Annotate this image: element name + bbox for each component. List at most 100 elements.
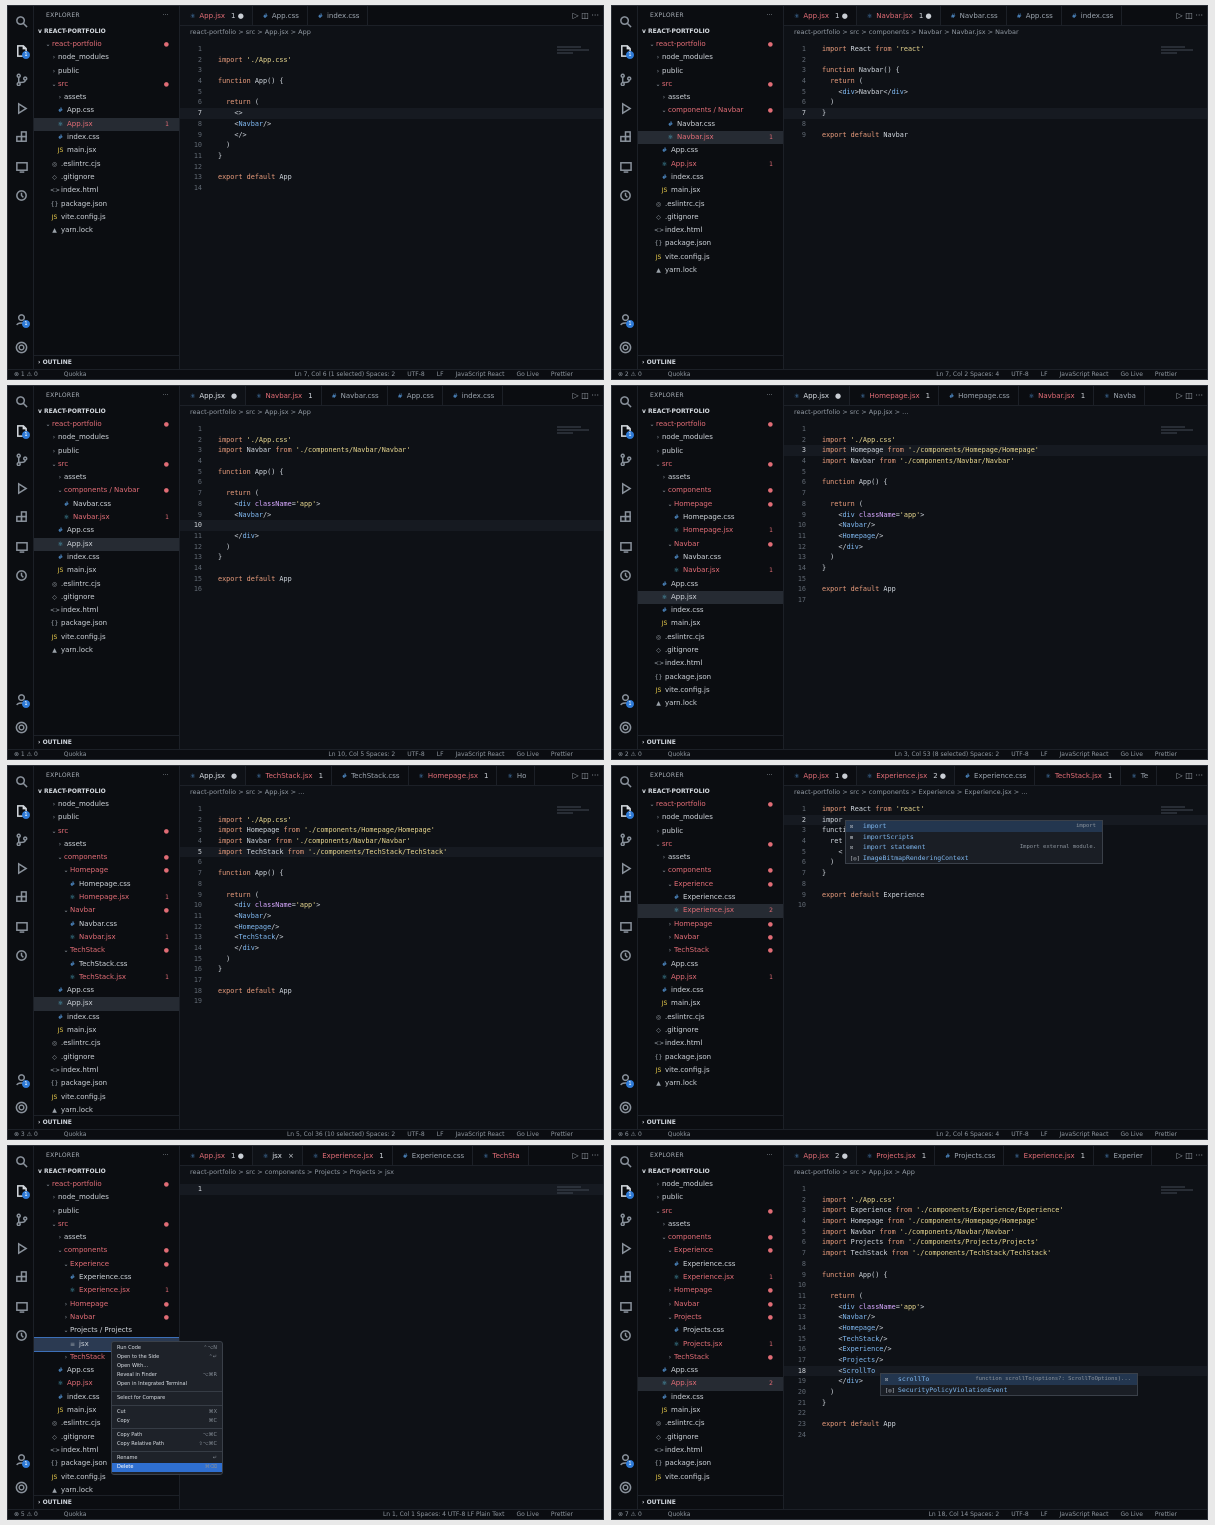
folder-item[interactable]: ⌄components ● xyxy=(34,1244,179,1257)
suggestion-item[interactable]: ⊡ import statement Import external module… xyxy=(846,842,1102,853)
run-debug-icon[interactable] xyxy=(617,860,633,876)
quokka-status[interactable]: Quokka xyxy=(668,1131,691,1138)
suggestion-item[interactable]: ⊡ scrollTo function scrollTo(options?: Sc… xyxy=(881,1374,1137,1385)
tab-status[interactable]: 1 ● xyxy=(231,12,244,20)
workspace-folder[interactable]: v REACT-PORTFOLIO xyxy=(34,26,179,38)
file-item[interactable]: # TechStack.css xyxy=(34,958,179,971)
breadcrumb[interactable]: react-portfolio > src > components > Nav… xyxy=(784,26,1207,38)
search-icon[interactable] xyxy=(13,13,29,29)
file-item[interactable]: {} package.json xyxy=(638,1051,783,1064)
editor-tab[interactable]: ⚛ Ho xyxy=(497,766,536,785)
file-item[interactable]: ⚛ App.jsx 2 xyxy=(638,1377,783,1391)
breadcrumb[interactable]: react-portfolio > src > App.jsx > App xyxy=(784,1166,1207,1178)
split-editor-icon[interactable]: ◫ xyxy=(1185,391,1193,400)
file-item[interactable]: ◎ .eslintrc.cjs xyxy=(34,158,179,171)
quokka-status[interactable]: Quokka xyxy=(64,751,87,758)
editor-tab[interactable]: ⚛ App.jsx 1 ● xyxy=(180,6,253,25)
prettier-status[interactable]: Prettier xyxy=(551,751,573,758)
problems-indicator[interactable]: ⊗ 1 ⚠ 0 xyxy=(14,371,38,378)
files-icon[interactable]: 1 xyxy=(617,1182,634,1199)
folder-item[interactable]: › node_modules xyxy=(638,431,783,444)
problems-indicator[interactable]: ⊗ 2 ⚠ 0 xyxy=(618,371,642,378)
file-item[interactable]: # Homepage.css xyxy=(34,878,179,891)
suggestion-item[interactable]: ⊡ import import xyxy=(846,821,1102,832)
file-item[interactable]: <>index.html xyxy=(638,657,783,670)
search-icon[interactable] xyxy=(617,393,633,409)
editor-tab[interactable]: # index.css xyxy=(1062,6,1123,25)
file-item[interactable]: JS main.jsx xyxy=(34,1024,179,1037)
editor-tab[interactable]: ⚛ TechStack.jsx 1 xyxy=(1035,766,1122,785)
folder-item[interactable]: ⌄components ● xyxy=(638,1231,783,1244)
encoding[interactable]: UTF-8 xyxy=(407,751,425,758)
language-mode[interactable]: JavaScript React xyxy=(1060,1511,1109,1518)
folder-item[interactable]: ⌄Experience ● xyxy=(34,1258,179,1271)
folder-item[interactable]: ⌄react-portfolio ● xyxy=(34,38,179,51)
folder-item[interactable]: ⌄components ● xyxy=(34,851,179,864)
folder-item[interactable]: › Navbar ● xyxy=(34,1311,179,1324)
file-item[interactable]: ◇ .gitignore xyxy=(34,591,179,604)
file-item[interactable]: {} package.json xyxy=(34,198,179,211)
timeline-icon[interactable] xyxy=(617,947,633,963)
folder-item[interactable]: ⌄components / Navbar ● xyxy=(34,484,179,497)
folder-item[interactable]: › node_modules xyxy=(638,51,783,64)
suggest-widget[interactable]: ⊡ import import ⊞ importScripts ⊡ import st… xyxy=(845,820,1103,864)
prettier-status[interactable]: Prettier xyxy=(1155,1511,1177,1518)
eol[interactable]: LF xyxy=(1041,1511,1048,1518)
folder-item[interactable]: ⌄Projects ● xyxy=(638,1311,783,1324)
editor-tab[interactable]: ⚛ Navba xyxy=(1094,386,1145,405)
file-item[interactable]: # App.css xyxy=(638,578,783,591)
settings-gear-icon[interactable] xyxy=(13,719,29,735)
folder-item[interactable]: › public xyxy=(34,1205,179,1218)
split-editor-icon[interactable]: ◫ xyxy=(1185,11,1193,20)
tab-status[interactable]: 1 ● xyxy=(919,12,932,20)
more-actions-icon[interactable]: ··· xyxy=(1195,771,1203,780)
folder-item[interactable]: › node_modules xyxy=(34,51,179,64)
suggestion-item[interactable]: ⊞ importScripts xyxy=(846,832,1102,843)
settings-gear-icon[interactable] xyxy=(13,339,29,355)
outline-section[interactable]: › OUTLINE xyxy=(638,1495,783,1509)
workspace-folder[interactable]: v REACT-PORTFOLIO xyxy=(34,1166,179,1178)
tab-status[interactable]: 1 ● xyxy=(835,12,848,20)
run-debug-icon[interactable] xyxy=(13,1240,29,1256)
prettier-status[interactable]: Prettier xyxy=(551,1131,573,1138)
editor-tab[interactable]: # index.css xyxy=(308,6,369,25)
code-editor[interactable]: 1 2 import './App.css' 3 import Navbar from … xyxy=(180,424,603,749)
folder-item[interactable]: › node_modules xyxy=(34,431,179,444)
file-item[interactable]: JS vite.config.js xyxy=(34,1091,179,1104)
source-control-icon[interactable] xyxy=(617,71,633,87)
tab-status[interactable]: 2 ● xyxy=(933,772,946,780)
files-icon[interactable]: 1 xyxy=(617,422,634,439)
search-icon[interactable] xyxy=(617,773,633,789)
file-item[interactable]: # index.css xyxy=(34,131,179,144)
problems-indicator[interactable]: ⊗ 5 ⚠ 0 xyxy=(14,1511,38,1518)
tab-status[interactable]: 1 xyxy=(922,1152,926,1160)
folder-item[interactable]: ⌄Projects / Projects xyxy=(34,1324,179,1337)
tab-status[interactable]: 1 xyxy=(308,392,312,400)
file-item[interactable]: ▲ yarn.lock xyxy=(34,644,179,657)
editor-tab[interactable]: ⚛ App.jsx 1 ● xyxy=(784,766,857,785)
run-icon[interactable]: ▷ xyxy=(1177,1151,1183,1160)
tab-status[interactable]: 1 xyxy=(926,392,930,400)
folder-item[interactable]: ⌄components / Navbar ● xyxy=(638,104,783,117)
folder-item[interactable]: › assets xyxy=(638,91,783,104)
file-item[interactable]: # index.css xyxy=(34,1011,179,1024)
remote-explorer-icon[interactable] xyxy=(617,538,633,554)
context-menu-item[interactable]: Open to the Side ⌃↵ xyxy=(112,1353,222,1362)
search-icon[interactable] xyxy=(13,393,29,409)
minimap[interactable] xyxy=(1161,426,1201,440)
settings-gear-icon[interactable] xyxy=(13,1479,29,1495)
folder-item[interactable]: › public xyxy=(34,65,179,78)
prettier-status[interactable]: Prettier xyxy=(1155,371,1177,378)
file-item[interactable]: ⚛ App.jsx xyxy=(638,590,783,605)
more-actions-icon[interactable]: ··· xyxy=(1195,11,1203,20)
file-item[interactable]: {} package.json xyxy=(638,1457,783,1470)
extensions-icon[interactable] xyxy=(13,1269,29,1285)
file-item[interactable]: ⚛App.jsx 1 xyxy=(638,158,783,171)
file-item[interactable]: ◇ .gitignore xyxy=(34,1051,179,1064)
breadcrumb[interactable]: react-portfolio > src > App.jsx > App xyxy=(180,406,603,418)
folder-item[interactable]: ⌄src ● xyxy=(638,458,783,471)
file-item[interactable]: {} package.json xyxy=(638,671,783,684)
encoding[interactable]: UTF-8 xyxy=(1011,751,1029,758)
remote-explorer-icon[interactable] xyxy=(13,918,29,934)
workspace-folder[interactable]: v REACT-PORTFOLIO xyxy=(638,26,783,38)
